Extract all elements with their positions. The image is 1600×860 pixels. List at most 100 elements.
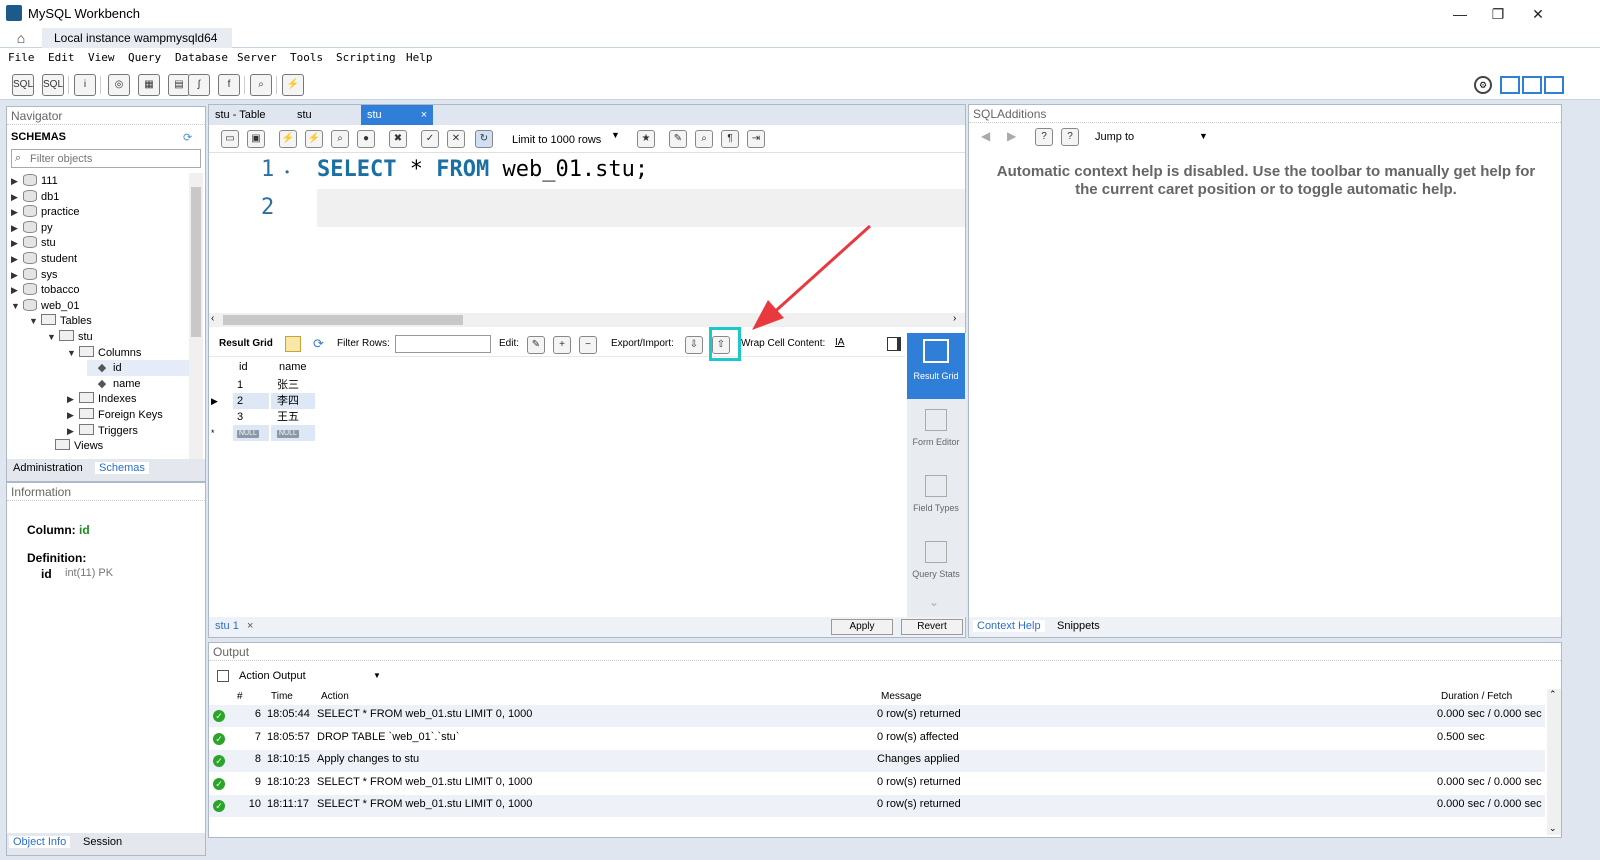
- tree-item[interactable]: ▶ Indexes: [67, 391, 189, 407]
- grid-view-icon[interactable]: [285, 336, 301, 352]
- menu-scripting[interactable]: Scripting: [336, 51, 396, 64]
- expanded-arrow-icon[interactable]: ▼: [47, 329, 57, 345]
- toggle-auto-help-icon[interactable]: ?: [1035, 128, 1053, 146]
- scrollbar-thumb[interactable]: [191, 187, 201, 337]
- create-function-icon[interactable]: f: [218, 74, 240, 96]
- collapsed-arrow-icon[interactable]: ▶: [67, 423, 77, 439]
- collapsed-arrow-icon[interactable]: ▶: [11, 267, 21, 283]
- tab-session[interactable]: Session: [79, 836, 126, 848]
- collapsed-arrow-icon[interactable]: ▶: [11, 220, 21, 236]
- filter-objects-input[interactable]: [30, 151, 198, 166]
- rollback-icon[interactable]: ✕: [447, 130, 465, 148]
- refresh-icon[interactable]: ⟳: [313, 336, 324, 352]
- execute-current-icon[interactable]: ⚡: [305, 130, 323, 148]
- add-snippet-icon[interactable]: ★: [637, 130, 655, 148]
- refresh-schemas-icon[interactable]: ⟳: [183, 131, 192, 144]
- tab-stu-active[interactable]: stu ×: [361, 105, 433, 125]
- collapsed-arrow-icon[interactable]: ▶: [11, 173, 21, 189]
- grid-cell[interactable]: 王五: [271, 409, 315, 425]
- wrap-text-icon[interactable]: IA: [835, 337, 844, 348]
- tab-stu-table[interactable]: stu - Table: [209, 105, 289, 125]
- insert-row-icon[interactable]: +: [553, 336, 571, 354]
- minimize-button[interactable]: —: [1440, 2, 1480, 26]
- grid-column-header[interactable]: name: [271, 359, 315, 375]
- grid-cell[interactable]: 李四: [271, 393, 315, 409]
- menu-query[interactable]: Query: [128, 51, 161, 64]
- expanded-arrow-icon[interactable]: ▼: [11, 298, 21, 314]
- manual-help-icon[interactable]: ?: [1061, 128, 1079, 146]
- tab-snippets[interactable]: Snippets: [1053, 620, 1104, 632]
- search-table-data-icon[interactable]: ⌕: [250, 74, 272, 96]
- tree-item[interactable]: ▶ Foreign Keys: [67, 407, 189, 423]
- tree-item[interactable]: Views: [43, 438, 189, 454]
- stop-icon[interactable]: ●: [357, 130, 375, 148]
- create-schema-icon[interactable]: ◎: [108, 74, 130, 96]
- result-grid[interactable]: id name 1 张三 ▶ 2 李四 3 王五 * NULL NULL: [209, 359, 319, 441]
- chevron-down-icon[interactable]: ▼: [611, 130, 620, 140]
- execute-icon[interactable]: ⚡: [279, 130, 297, 148]
- close-window-button[interactable]: ✕: [1518, 2, 1558, 26]
- copy-icon[interactable]: [217, 670, 229, 682]
- menu-server[interactable]: Server: [237, 51, 277, 64]
- scroll-right-icon[interactable]: ›: [953, 313, 956, 324]
- toggle-panel-icon[interactable]: [887, 337, 901, 351]
- tab-stu[interactable]: stu: [291, 105, 359, 125]
- restore-button[interactable]: ❐: [1478, 2, 1518, 26]
- export-icon[interactable]: ⇩: [685, 336, 703, 354]
- sql-code-area[interactable]: 1 • 2 SELECT * FROM web_01.stu;: [209, 153, 965, 313]
- field-types-view-button[interactable]: Field Types: [907, 469, 965, 527]
- collapsed-arrow-icon[interactable]: ▶: [11, 282, 21, 298]
- connection-tab[interactable]: Local instance wampmysqld64 ×: [42, 28, 232, 65]
- invisible-chars-icon[interactable]: ¶: [721, 130, 739, 148]
- tab-administration[interactable]: Administration: [9, 462, 87, 474]
- output-row[interactable]: ✓ 8 18:10:15 Apply changes to stu Changes ap…: [209, 750, 1545, 772]
- open-sql-script-icon[interactable]: SQL: [42, 74, 64, 96]
- toggle-error-icon[interactable]: ✖: [389, 130, 407, 148]
- autocommit-icon[interactable]: ↻: [475, 130, 493, 148]
- grid-cell[interactable]: 3: [233, 409, 269, 425]
- chevron-down-icon[interactable]: ▼: [373, 671, 381, 680]
- tree-item[interactable]: ◆ id: [87, 360, 189, 377]
- collapsed-arrow-icon[interactable]: ▶: [11, 204, 21, 220]
- scrollbar-thumb[interactable]: [223, 315, 463, 325]
- output-row[interactable]: ✓ 9 18:10:23 SELECT * FROM web_01.stu LIMIT…: [209, 773, 1545, 795]
- expanded-arrow-icon[interactable]: ▼: [67, 345, 77, 361]
- tree-item[interactable]: ▶ sys: [11, 267, 189, 283]
- tab-object-info[interactable]: Object Info: [9, 836, 71, 848]
- create-table-icon[interactable]: ▦: [138, 74, 160, 96]
- tree-item[interactable]: ▼ Tables: [29, 313, 189, 329]
- menu-edit[interactable]: Edit: [48, 51, 75, 64]
- tree-item[interactable]: ▶ stu: [11, 235, 189, 251]
- close-result-tab-icon[interactable]: ×: [247, 620, 253, 632]
- reconnect-icon[interactable]: ⚡: [282, 74, 304, 96]
- grid-cell[interactable]: 张三: [271, 377, 315, 393]
- collapsed-arrow-icon[interactable]: ▶: [11, 189, 21, 205]
- toggle-output-icon[interactable]: [1522, 76, 1542, 94]
- tree-item[interactable]: ▼ web_01: [11, 298, 189, 314]
- tree-item[interactable]: ▶ db1: [11, 189, 189, 205]
- expanded-arrow-icon[interactable]: ▼: [29, 313, 39, 329]
- output-row[interactable]: ✓ 7 18:05:57 DROP TABLE `web_01`.`stu` 0 row…: [209, 728, 1545, 750]
- create-view-icon[interactable]: ▤: [168, 74, 190, 96]
- open-file-icon[interactable]: ▭: [221, 130, 239, 148]
- back-icon[interactable]: ◀: [981, 129, 990, 143]
- beautify-icon[interactable]: ✎: [669, 130, 687, 148]
- jump-to-select[interactable]: Jump to: [1093, 128, 1203, 146]
- wrap-lines-icon[interactable]: ⇥: [747, 130, 765, 148]
- output-mode-select[interactable]: Action Output: [237, 667, 381, 685]
- scroll-left-icon[interactable]: ‹: [211, 313, 214, 324]
- limit-rows-select[interactable]: Limit to 1000 rows: [507, 130, 625, 148]
- menu-database[interactable]: Database: [175, 51, 228, 64]
- tree-item[interactable]: ▶ student: [11, 251, 189, 267]
- menu-file[interactable]: File: [8, 51, 35, 64]
- collapsed-arrow-icon[interactable]: ▶: [67, 391, 77, 407]
- grid-cell[interactable]: 2: [233, 393, 269, 409]
- menu-tools[interactable]: Tools: [290, 51, 323, 64]
- result-tab-stu-1[interactable]: stu 1: [215, 620, 239, 632]
- result-grid-view-button[interactable]: Result Grid: [907, 333, 965, 399]
- toggle-sidebar-icon[interactable]: [1500, 76, 1520, 94]
- edit-row-icon[interactable]: ✎: [527, 336, 545, 354]
- collapsed-arrow-icon[interactable]: ▶: [11, 251, 21, 267]
- menu-view[interactable]: View: [88, 51, 115, 64]
- home-icon[interactable]: ⌂: [0, 28, 42, 48]
